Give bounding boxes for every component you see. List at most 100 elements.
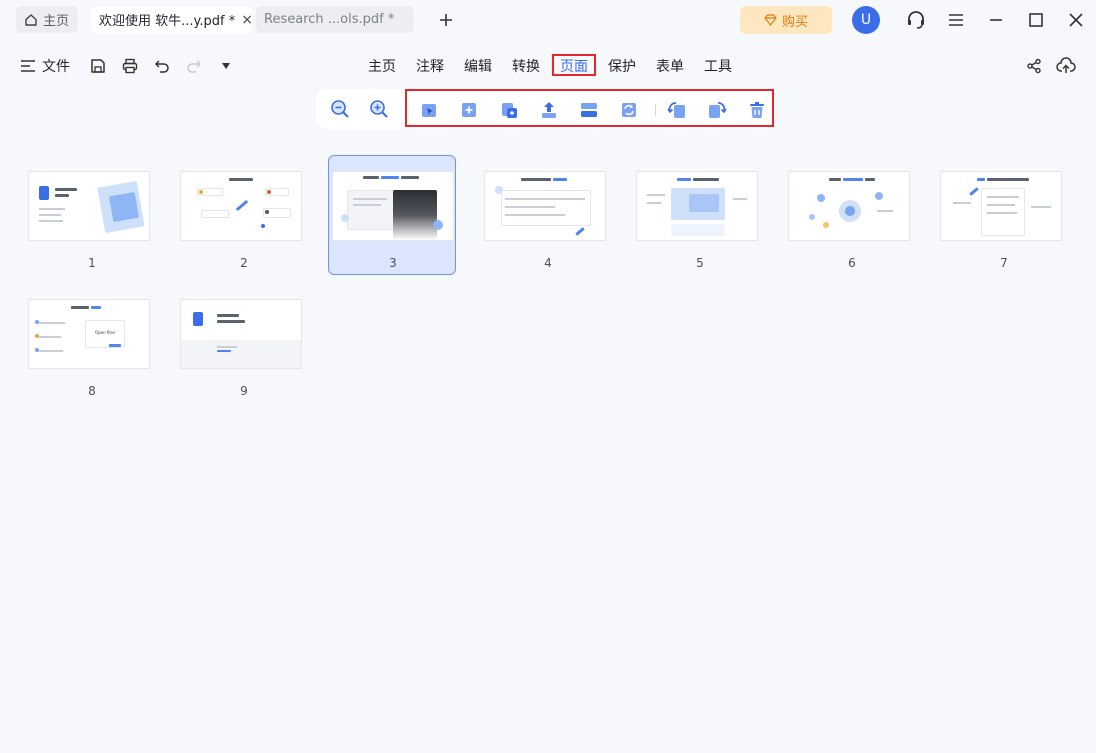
redo-icon [187,60,202,73]
rotate-right-button[interactable] [707,100,727,120]
page-thumbnail-1[interactable]: 1 [28,156,156,276]
printer-icon [122,58,138,74]
trash-icon [750,102,764,118]
menu-item-annotate[interactable]: 注释 [408,54,452,76]
tab-document-welcome-label: 欢迎使用 软牛...y.pdf * [99,14,236,29]
page-preview [484,171,606,241]
zoom-in-button[interactable] [369,99,389,119]
page-thumbnail-5[interactable]: 5 [636,156,764,276]
floppy-icon [91,59,105,73]
insert-page-button[interactable] [459,100,479,120]
menu-item-home[interactable]: 主页 [360,54,404,76]
split-page-button[interactable] [579,100,599,120]
maximize-button[interactable] [1025,9,1047,31]
avatar-letter: U [860,12,872,28]
select-page-icon [422,104,436,117]
save-button[interactable] [88,56,108,76]
menu-bar: 文件 主页 注释 编辑 转换 页面 保护 表单 工具 [0,48,1096,84]
replace-page-button[interactable] [619,100,639,120]
page-thumbnail-9[interactable]: 9 [180,284,308,404]
caret-down-icon [222,63,230,69]
file-menu-label: 文件 [42,59,70,75]
redo-button[interactable] [184,56,204,76]
close-window-button[interactable] [1065,9,1087,31]
file-menu[interactable]: 文件 [20,56,70,76]
page-number: 9 [240,384,248,398]
split-page-icon [581,103,597,117]
extract-page-button[interactable] [499,100,519,120]
minimize-button[interactable] [985,9,1007,31]
hamburger-icon [949,14,963,26]
zoom-out-icon [331,100,349,118]
cloud-upload-button[interactable] [1056,56,1076,76]
buy-button[interactable]: 购买 [740,6,832,34]
page-number: 1 [88,256,96,270]
page-preview [180,171,302,241]
export-page-button[interactable] [539,100,559,120]
menu-item-tools[interactable]: 工具 [696,54,740,76]
undo-button[interactable] [152,56,172,76]
menu-item-protect[interactable]: 保护 [600,54,644,76]
diamond-icon [764,14,777,26]
cloud-upload-icon [1056,57,1076,73]
page-number: 7 [1000,256,1008,270]
share-button[interactable] [1024,56,1044,76]
undo-icon [154,60,169,73]
page-thumbnail-4[interactable]: 4 [484,156,612,276]
open-files-caption: Open files [94,330,116,335]
page-thumbnail-8[interactable]: Open files 8 [28,284,156,404]
plus-icon [440,14,452,26]
zoom-out-button[interactable] [330,99,350,119]
buy-label: 购买 [781,14,808,30]
avatar[interactable]: U [852,6,880,34]
page-preview [636,171,758,241]
menu-item-edit[interactable]: 编辑 [456,54,500,76]
new-tab-button[interactable] [434,8,458,32]
page-preview [28,171,150,241]
delete-page-button[interactable] [747,100,767,120]
menu-item-page[interactable]: 页面 [552,54,596,76]
share-icon [1027,58,1041,74]
page-thumbnail-6[interactable]: 6 [788,156,916,276]
main-menu-tabs: 主页 注释 编辑 转换 页面 保护 表单 工具 [360,54,744,78]
main-menu-button[interactable] [945,9,967,31]
tab-home-label: 主页 [43,14,70,29]
page-number: 8 [88,384,96,398]
house-icon [25,13,37,26]
title-bar: 主页 欢迎使用 软牛...y.pdf * × Research ...ols.p… [0,0,1096,40]
extract-page-icon [502,103,517,118]
page-thumbnail-7[interactable]: 7 [940,156,1068,276]
rotate-left-icon [667,102,685,118]
tab-home[interactable]: 主页 [16,6,78,33]
page-toolbar [316,89,774,129]
select-page-button[interactable] [419,100,439,120]
support-button[interactable] [905,9,927,31]
page-preview [180,299,302,369]
replace-page-icon [622,103,636,117]
menu-item-form[interactable]: 表单 [648,54,692,76]
upload-page-icon [542,102,556,118]
tab-document-welcome[interactable]: 欢迎使用 软牛...y.pdf * × [91,6,253,33]
page-number: 2 [240,256,248,270]
rotate-left-button[interactable] [667,100,687,120]
close-icon [1069,13,1083,27]
page-preview [332,171,454,241]
maximize-icon [1029,13,1043,27]
rotate-right-icon [709,102,727,118]
more-tools-button[interactable] [216,56,236,76]
page-preview [940,171,1062,241]
page-number: 3 [389,256,397,270]
tab-document-research[interactable]: Research ...ols.pdf * [256,6,414,33]
page-thumbnail-2[interactable]: 2 [180,156,308,276]
close-tab-icon[interactable]: × [235,12,253,28]
menu-item-convert[interactable]: 转换 [504,54,548,76]
print-button[interactable] [120,56,140,76]
page-thumbnail-3[interactable]: 3 [328,155,456,275]
page-number: 5 [696,256,704,270]
list-icon [21,60,35,72]
minimize-icon [990,19,1002,21]
page-number: 6 [848,256,856,270]
page-tools-group [405,89,774,127]
insert-page-icon [462,103,476,117]
zoom-in-icon [370,100,388,118]
